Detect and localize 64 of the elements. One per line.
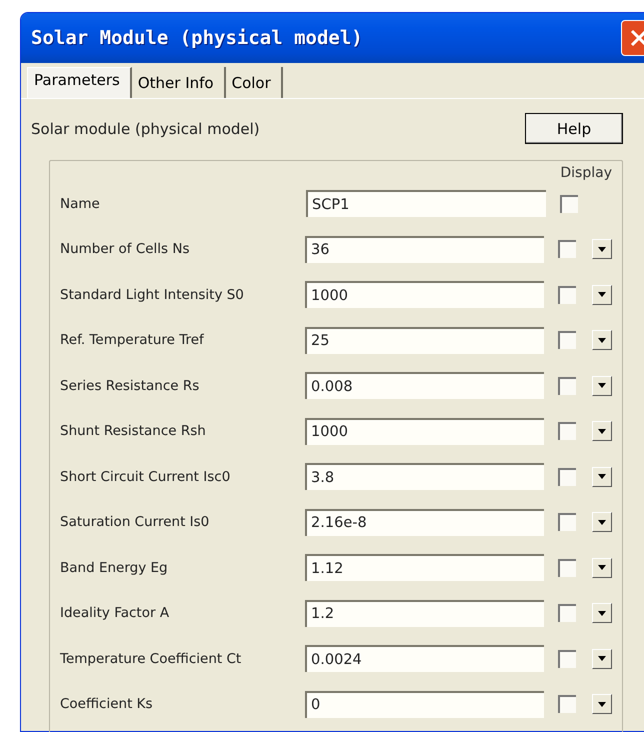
- parameter-label: Coefficient Ks: [60, 696, 154, 712]
- parameter-field[interactable]: 3.8: [305, 463, 544, 490]
- parameter-label: Band Energy Eg: [60, 560, 169, 576]
- display-checkbox[interactable]: [558, 604, 576, 622]
- parameter-field[interactable]: 25: [305, 326, 544, 354]
- display-checkbox[interactable]: [558, 331, 576, 350]
- display-checkbox[interactable]: [558, 286, 576, 304]
- tab[interactable]: Parameters: [27, 67, 132, 98]
- display-checkbox[interactable]: [558, 650, 576, 668]
- parameter-field[interactable]: SCP1: [306, 190, 546, 218]
- caret-icon: [598, 656, 606, 662]
- parameter-label: Number of Cells Ns: [60, 241, 191, 258]
- dropdown-button[interactable]: [592, 603, 612, 624]
- display-checkbox[interactable]: [560, 194, 578, 213]
- parameter-label: Short Circuit Current Isc0: [60, 468, 232, 485]
- caret-icon: [598, 520, 606, 525]
- parameter-field[interactable]: 1000: [305, 418, 544, 445]
- close-icon: [630, 29, 644, 47]
- parameter-field[interactable]: 1.12: [305, 554, 544, 582]
- caret-icon: [598, 610, 606, 616]
- parameter-field[interactable]: 0.0024: [305, 645, 544, 672]
- parameter-field[interactable]: 1.2: [305, 600, 544, 627]
- display-checkbox[interactable]: [558, 376, 576, 395]
- parameter-label: Series Resistance Rs: [60, 378, 200, 394]
- caret-icon: [598, 474, 606, 480]
- caret-icon: [598, 338, 606, 343]
- caret-icon: [598, 565, 606, 570]
- dropdown-button[interactable]: [592, 648, 612, 669]
- dropdown-button[interactable]: [592, 239, 612, 260]
- parameter-label: Standard Light Intensity S0: [60, 286, 245, 303]
- caret-icon: [598, 292, 606, 298]
- dropdown-button[interactable]: [592, 694, 612, 714]
- display-checkbox[interactable]: [558, 240, 576, 258]
- caret-icon: [598, 246, 606, 252]
- display-checkbox[interactable]: [558, 422, 576, 440]
- parameter-field[interactable]: 36: [305, 236, 544, 263]
- dropdown-button[interactable]: [592, 466, 612, 487]
- caret-icon: [598, 383, 606, 388]
- caret-icon: [598, 428, 606, 434]
- parameter-field[interactable]: 0: [305, 690, 544, 718]
- display-checkbox[interactable]: [558, 695, 576, 714]
- dropdown-button[interactable]: [592, 284, 612, 305]
- parameter-label: Ideality Factor A: [60, 605, 170, 622]
- parameter-label: Saturation Current Is0: [60, 514, 210, 530]
- display-header: Display: [560, 165, 612, 181]
- parameter-field[interactable]: 1000: [305, 281, 544, 308]
- display-checkbox[interactable]: [558, 468, 576, 486]
- caret-icon: [598, 702, 606, 707]
- parameter-label: Shunt Resistance Rsh: [60, 423, 207, 440]
- parameter-field[interactable]: 0.008: [305, 372, 544, 400]
- dropdown-button[interactable]: [592, 512, 612, 532]
- parameter-label: Name: [60, 196, 101, 212]
- window-title: Solar Module (physical model): [31, 27, 364, 49]
- dropdown-button[interactable]: [592, 376, 612, 396]
- display-checkbox[interactable]: [558, 513, 576, 532]
- dropdown-button[interactable]: [592, 330, 612, 350]
- module-heading: Solar module (physical model): [31, 120, 260, 138]
- dropdown-button[interactable]: [592, 421, 612, 442]
- display-checkbox[interactable]: [558, 558, 576, 577]
- parameter-label: Temperature Coefficient Ct: [60, 650, 242, 667]
- parameter-label: Ref. Temperature Tref: [60, 332, 205, 348]
- help-button[interactable]: Help: [525, 113, 623, 144]
- parameter-field[interactable]: 2.16e-8: [305, 508, 544, 536]
- dropdown-button[interactable]: [592, 558, 612, 578]
